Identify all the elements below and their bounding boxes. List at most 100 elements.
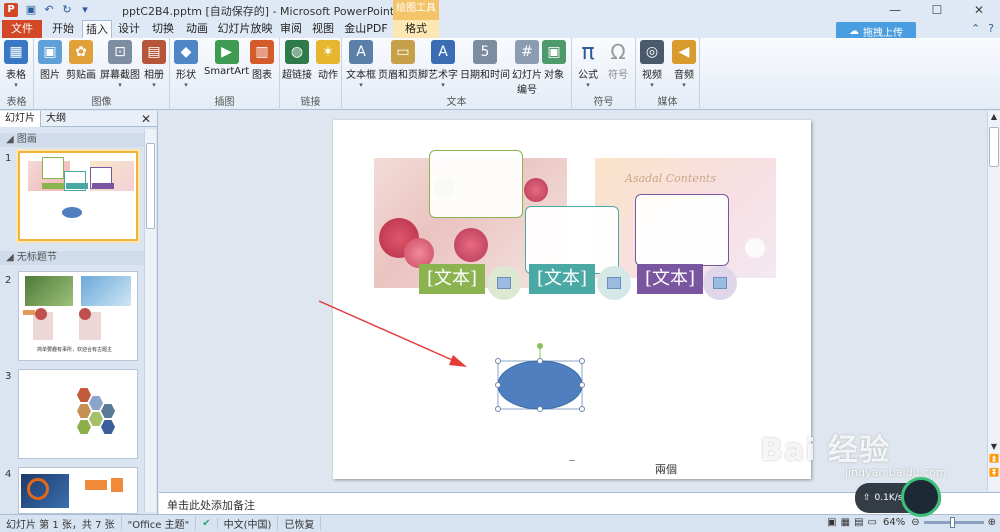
symbol-button[interactable]: Ω 符号 bbox=[606, 40, 630, 81]
wordart-button[interactable]: A 艺术字 ▾ bbox=[428, 40, 458, 89]
tab-file[interactable]: 文件 bbox=[2, 20, 42, 38]
zoom-in-icon[interactable]: ⊕ bbox=[988, 517, 996, 528]
tab-insert[interactable]: 插入 bbox=[82, 20, 112, 38]
picture-button[interactable]: ▣ 图片 bbox=[38, 40, 62, 81]
tab-slideshow[interactable]: 幻灯片放映 bbox=[216, 20, 274, 38]
slide-thumbnail-3[interactable] bbox=[18, 369, 138, 459]
thumb-number: 4 bbox=[5, 469, 12, 480]
card-label-3[interactable]: [文本] bbox=[637, 264, 703, 294]
slide-scrollbar[interactable]: ▲ ▼ ⏫ ⏬ bbox=[987, 111, 1000, 491]
thumb-number: 2 bbox=[5, 275, 12, 286]
title-bar: P ▣ ↶ ↻ ▾ pptC2B4.pptm [自动保存的] - Microso… bbox=[0, 0, 1000, 20]
collapse-ribbon-icon[interactable]: ⌃ bbox=[971, 22, 980, 35]
thumb-caption: 简单要趣有事所，欢迎合有古题主 bbox=[37, 347, 113, 353]
album-button-label: 相册 bbox=[144, 70, 164, 81]
scroll-down-icon[interactable]: ▼ bbox=[988, 441, 1000, 453]
equation-button[interactable]: π 公式 ▾ bbox=[576, 39, 600, 90]
clipart-icon: ✿ bbox=[69, 40, 93, 64]
header-footer-button-label: 页眉和页脚 bbox=[378, 70, 428, 81]
picture-placeholder-2[interactable] bbox=[597, 266, 631, 300]
section-header-drawing[interactable]: ◢ 图画 bbox=[0, 133, 144, 147]
album-icon: ▤ bbox=[142, 40, 166, 64]
slide-scroll-thumb[interactable] bbox=[989, 127, 999, 167]
speaker-icon: ◀ bbox=[672, 40, 696, 64]
section-header-untitled[interactable]: ◢ 无标题节 bbox=[0, 251, 144, 265]
close-panel-icon[interactable]: ✕ bbox=[141, 112, 151, 126]
network-speed-widget[interactable]: ⇧ 0.1K/s bbox=[855, 477, 941, 517]
pi-icon: π bbox=[581, 39, 595, 65]
group-label-text: 文本 bbox=[446, 97, 467, 108]
content-card-3[interactable] bbox=[635, 194, 729, 266]
tab-slides[interactable]: 幻灯片 bbox=[0, 110, 41, 127]
zoom-out-icon[interactable]: ⊖ bbox=[911, 517, 919, 528]
object-button[interactable]: ▣ 对象 bbox=[542, 40, 566, 81]
tab-view[interactable]: 视图 bbox=[308, 20, 338, 38]
clipart-button-label: 剪贴画 bbox=[66, 70, 96, 81]
calendar-icon: 5 bbox=[473, 40, 497, 64]
tab-design[interactable]: 设计 bbox=[114, 20, 144, 38]
panel-scrollbar[interactable] bbox=[144, 129, 156, 512]
album-button[interactable]: ▤ 相册 ▾ bbox=[142, 40, 166, 89]
chart-button-label: 图表 bbox=[252, 70, 272, 81]
close-icon[interactable]: ✕ bbox=[958, 0, 1000, 20]
picture-placeholder-3[interactable] bbox=[703, 266, 737, 300]
shapes-button[interactable]: ◆ 形状 ▾ bbox=[174, 40, 198, 89]
card-label-1[interactable]: [文本] bbox=[419, 264, 485, 294]
header-footer-button[interactable]: ▭ 页眉和页脚 bbox=[378, 40, 428, 81]
smartart-button[interactable]: ▶ SmartArt bbox=[204, 40, 249, 77]
tab-review[interactable]: 审阅 bbox=[276, 20, 306, 38]
slide-thumbnail-1[interactable] bbox=[18, 151, 138, 241]
video-button[interactable]: ◎ 视频 ▾ bbox=[640, 40, 664, 89]
textbox-button[interactable]: A 文本框 ▾ bbox=[346, 40, 376, 89]
picture-placeholder-icon bbox=[497, 277, 511, 289]
slide-sorter-icon[interactable]: ▦ bbox=[841, 517, 850, 528]
selected-ellipse-shape[interactable] bbox=[493, 342, 587, 412]
picture-placeholder-icon bbox=[607, 277, 621, 289]
tab-wps-pdf[interactable]: 金山PDF bbox=[342, 20, 390, 38]
header-script-text: Asadal Contents bbox=[625, 172, 716, 185]
datetime-button[interactable]: 5 日期和时间 bbox=[460, 40, 510, 81]
tab-animations[interactable]: 动画 bbox=[180, 20, 214, 38]
zoom-slider[interactable] bbox=[923, 517, 984, 528]
undo-icon[interactable]: ↶ bbox=[42, 3, 56, 17]
screenshot-button[interactable]: ⊡ 屏幕截图 ▾ bbox=[100, 40, 140, 89]
slideshow-view-icon[interactable]: ▭ bbox=[868, 517, 877, 528]
table-button[interactable]: ▦ 表格 ▾ bbox=[4, 40, 28, 89]
chart-button[interactable]: ▥ 图表 bbox=[250, 40, 274, 81]
customize-qat-icon[interactable]: ▾ bbox=[78, 3, 92, 17]
maximize-icon[interactable]: ☐ bbox=[916, 0, 958, 20]
language-indicator[interactable]: 中文(中国) bbox=[218, 516, 279, 531]
previous-slide-icon[interactable]: ⏫ bbox=[988, 453, 1000, 465]
next-slide-icon[interactable]: ⏬ bbox=[988, 467, 1000, 479]
normal-view-icon[interactable]: ▣ bbox=[827, 517, 836, 528]
tab-outline[interactable]: 大纲 bbox=[41, 111, 71, 127]
help-icon[interactable]: ? bbox=[988, 22, 994, 35]
action-button[interactable]: ✶ 动作 bbox=[316, 40, 340, 81]
powerpoint-app-icon[interactable]: P bbox=[4, 3, 18, 17]
slide-number-button[interactable]: # 幻灯片编号 bbox=[510, 40, 544, 96]
spellcheck-icon[interactable]: ✔ bbox=[196, 518, 218, 529]
slide-thumbnail-4[interactable] bbox=[18, 467, 138, 514]
collapse-triangle-icon: ◢ bbox=[6, 134, 14, 145]
action-icon: ✶ bbox=[316, 40, 340, 64]
reading-view-icon[interactable]: ▤ bbox=[854, 517, 863, 528]
picture-placeholder-1[interactable] bbox=[487, 266, 521, 300]
card-label-2[interactable]: [文本] bbox=[529, 264, 595, 294]
theme-name: "Office 主题" bbox=[122, 516, 197, 531]
tab-transitions[interactable]: 切换 bbox=[148, 20, 178, 38]
clipart-button[interactable]: ✿ 剪贴画 bbox=[66, 40, 96, 81]
tab-format[interactable]: 格式 bbox=[393, 20, 439, 38]
zoom-level[interactable]: 64% bbox=[881, 517, 907, 528]
save-icon[interactable]: ▣ bbox=[24, 3, 38, 17]
audio-button[interactable]: ◀ 音频 ▾ bbox=[672, 40, 696, 89]
ribbon-group-images: ▣ 图片 ✿ 剪贴画 ⊡ 屏幕截图 ▾ ▤ 相册 ▾ 图像 bbox=[34, 38, 170, 110]
tab-home[interactable]: 开始 bbox=[46, 20, 80, 38]
redo-icon[interactable]: ↻ bbox=[60, 3, 74, 17]
slide-thumbnail-2[interactable]: 简单要趣有事所，欢迎合有古题主 bbox=[18, 271, 138, 361]
minimize-icon[interactable]: — bbox=[874, 0, 916, 20]
panel-scroll-thumb[interactable] bbox=[146, 143, 155, 229]
scroll-up-icon[interactable]: ▲ bbox=[988, 111, 1000, 123]
slide-number-button-label: 幻灯片编号 bbox=[512, 70, 542, 96]
content-card-1[interactable] bbox=[429, 150, 523, 218]
hyperlink-button[interactable]: ◍ 超链接 bbox=[282, 40, 312, 81]
